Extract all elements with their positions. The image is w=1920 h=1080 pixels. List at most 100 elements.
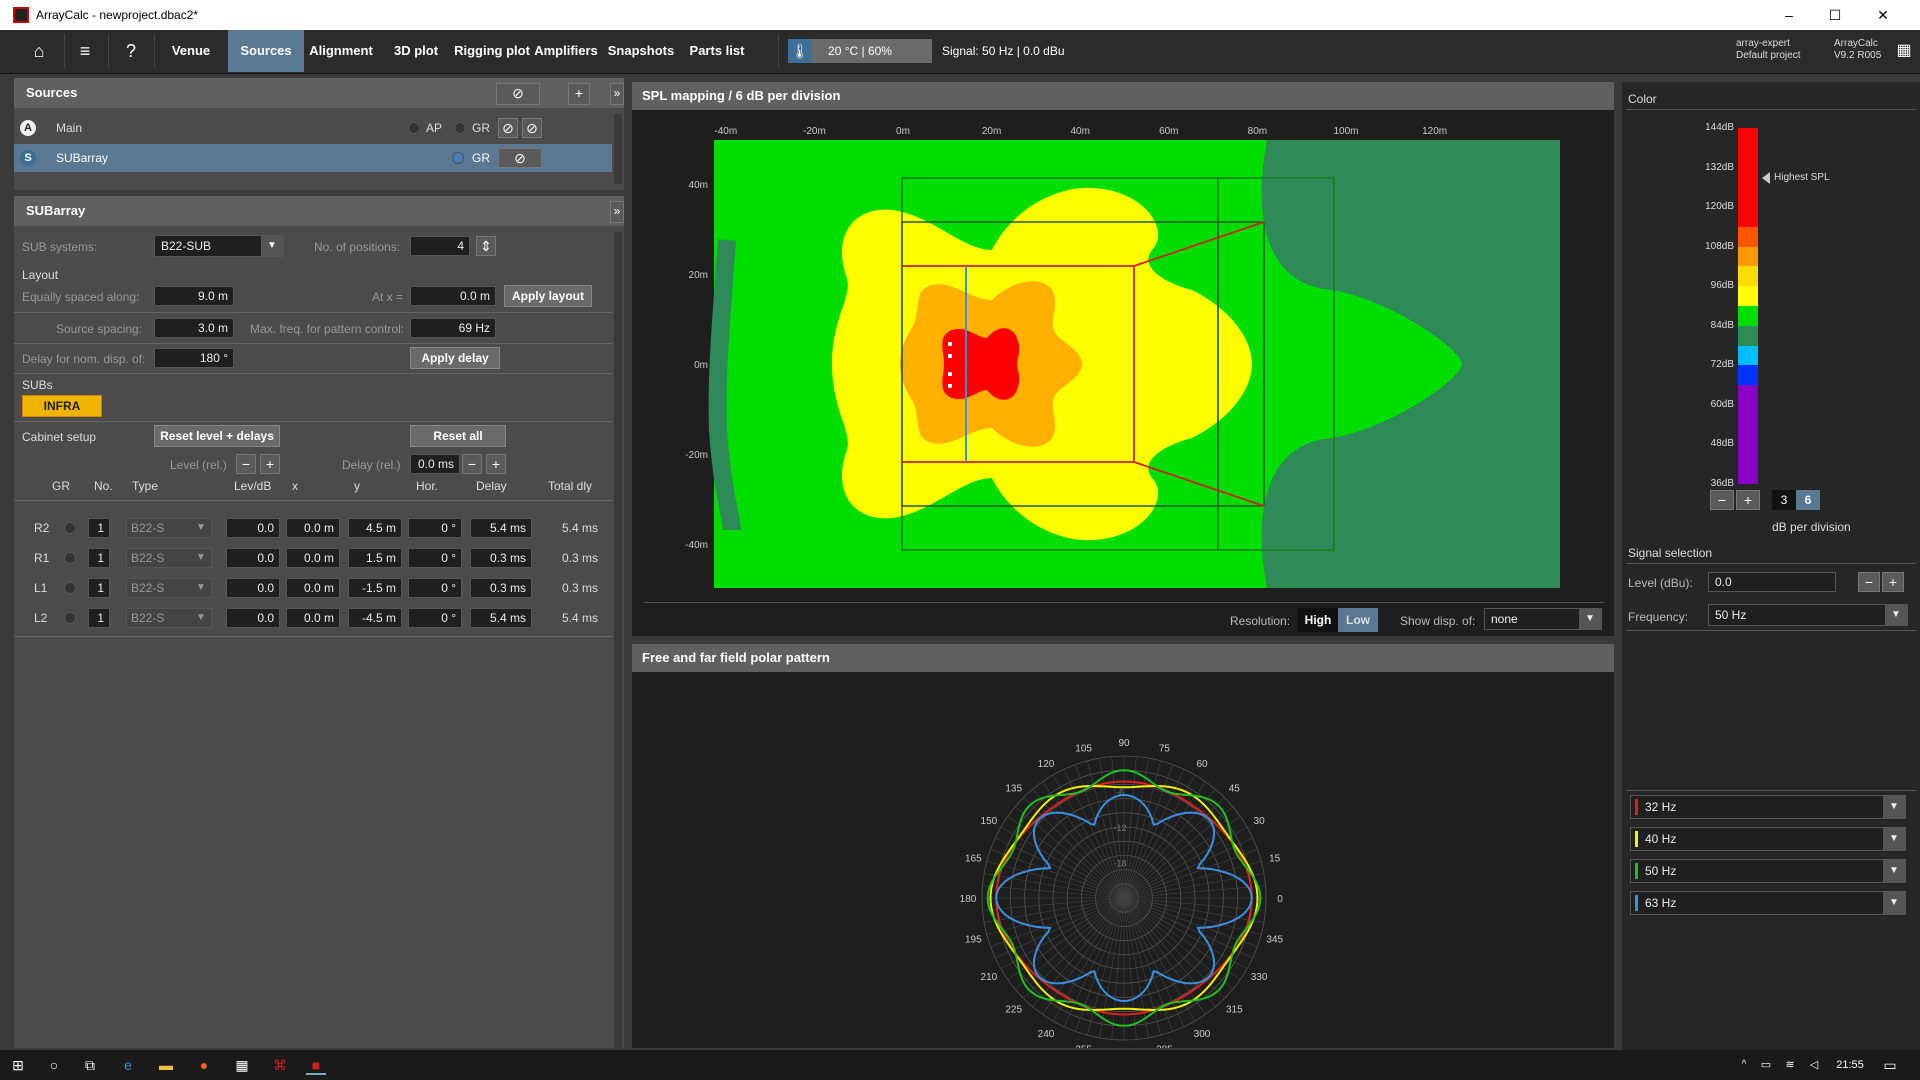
hor-input[interactable]: 0 ° <box>408 548 462 568</box>
level-minus-button[interactable]: − <box>236 454 256 474</box>
stepper-icon[interactable]: ⇕ <box>476 236 496 256</box>
apply-layout-button[interactable]: Apply layout <box>504 285 592 307</box>
curve-40hz-select[interactable]: 40 Hz ▼ <box>1630 827 1906 851</box>
no-input[interactable]: 1 <box>88 608 110 628</box>
type-select[interactable]: B22-S ▼ <box>126 518 212 538</box>
menu-icon[interactable]: ≡ <box>64 30 106 72</box>
no-input[interactable]: 1 <box>88 548 110 568</box>
level-dbu-plus[interactable]: + <box>1882 572 1904 592</box>
no-input[interactable]: 1 <box>88 578 110 598</box>
frequency-select[interactable]: 50 Hz ▼ <box>1708 604 1908 626</box>
file-explorer-icon[interactable]: ▬ <box>156 1055 176 1075</box>
subarray-scrollbar[interactable] <box>614 232 622 1048</box>
level-input[interactable]: 0.0 <box>226 578 280 598</box>
gr-radio[interactable] <box>454 122 466 134</box>
x-input[interactable]: 0.0 m <box>286 518 340 538</box>
add-icon[interactable]: + <box>568 83 590 105</box>
cabinet-row[interactable]: L1 1 B22-S ▼ 0.0 0.0 m -1.5 m 0 ° 0.3 ms … <box>14 576 612 600</box>
source-spacing-input[interactable]: 3.0 m <box>154 318 234 338</box>
windows-start-icon[interactable]: ⊞ <box>8 1055 28 1075</box>
mute-icon[interactable]: ⊘ <box>498 118 518 138</box>
delay-input[interactable]: 0.3 ms <box>470 548 532 568</box>
type-select[interactable]: B22-S ▼ <box>126 608 212 628</box>
no-input[interactable]: 1 <box>88 518 110 538</box>
div-3-button[interactable]: 3 <box>1772 490 1796 510</box>
tab-rigging-plot[interactable]: Rigging plot <box>454 30 530 72</box>
clock[interactable]: 21:55 <box>1830 1055 1870 1075</box>
level-input[interactable]: 0.0 <box>226 548 280 568</box>
hor-input[interactable]: 0 ° <box>408 608 462 628</box>
tab-venue[interactable]: Venue <box>160 30 222 72</box>
type-select[interactable]: B22-S ▼ <box>126 578 212 598</box>
y-input[interactable]: -4.5 m <box>348 608 402 628</box>
expand-icon[interactable]: » <box>610 201 624 223</box>
tab-3d-plot[interactable]: 3D plot <box>384 30 448 72</box>
sources-scrollbar[interactable] <box>614 114 622 184</box>
reset-all-button[interactable]: Reset all <box>410 425 506 447</box>
cortana-icon[interactable]: ○ <box>44 1055 64 1075</box>
source-row-main[interactable]: A Main AP GR ⊘ ⊘ <box>14 114 612 142</box>
gr-radio[interactable] <box>64 522 76 534</box>
close-button[interactable]: ✕ <box>1860 0 1906 30</box>
div-6-button[interactable]: 6 <box>1796 490 1820 510</box>
type-select[interactable]: B22-S ▼ <box>126 548 212 568</box>
at-x-input[interactable]: 0.0 m <box>410 286 496 306</box>
gr-radio[interactable] <box>64 612 76 624</box>
level-plus-button[interactable]: + <box>260 454 280 474</box>
positions-input[interactable]: 4 <box>410 236 470 256</box>
y-input[interactable]: 1.5 m <box>348 548 402 568</box>
cabinet-row[interactable]: L2 1 B22-S ▼ 0.0 0.0 m -4.5 m 0 ° 5.4 ms … <box>14 606 612 630</box>
pdf-reader-icon[interactable]: ⌘ <box>270 1055 290 1075</box>
tab-alignment[interactable]: Alignment <box>308 30 374 72</box>
delay-minus-button[interactable]: − <box>462 454 482 474</box>
minimize-button[interactable]: – <box>1766 0 1812 30</box>
apply-delay-button[interactable]: Apply delay <box>410 347 500 369</box>
delay-input[interactable]: 5.4 ms <box>470 608 532 628</box>
hor-input[interactable]: 0 ° <box>408 578 462 598</box>
tab-amplifiers[interactable]: Amplifiers <box>534 30 598 72</box>
cabinet-row[interactable]: R2 1 B22-S ▼ 0.0 0.0 m 4.5 m 0 ° 5.4 ms 5… <box>14 516 612 540</box>
y-input[interactable]: 4.5 m <box>348 518 402 538</box>
mute-icon[interactable]: ⊘ <box>498 148 542 168</box>
calculator-icon[interactable]: ▦ <box>232 1055 252 1075</box>
reset-level-delays-button[interactable]: Reset level + delays <box>154 425 280 447</box>
delay-rel-input[interactable]: 0.0 ms <box>410 454 460 474</box>
cabinet-row[interactable]: R1 1 B22-S ▼ 0.0 0.0 m 1.5 m 0 ° 0.3 ms 0… <box>14 546 612 570</box>
level-dbu-minus[interactable]: − <box>1858 572 1880 592</box>
mute-all-icon[interactable]: ⊘ <box>496 83 540 105</box>
maximize-button[interactable]: ☐ <box>1812 0 1858 30</box>
source-row-subarray[interactable]: S SUBarray GR ⊘ <box>14 144 612 172</box>
tab-parts-list[interactable]: Parts list <box>684 30 750 72</box>
home-icon[interactable]: ⌂ <box>18 30 60 72</box>
x-input[interactable]: 0.0 m <box>286 578 340 598</box>
delay-input[interactable]: 0.3 ms <box>470 578 532 598</box>
tray-chevron-icon[interactable]: ^ <box>1734 1055 1754 1075</box>
wifi-icon[interactable]: ≋ <box>1780 1055 1800 1075</box>
notification-icon[interactable]: ▭ <box>1880 1055 1900 1075</box>
hor-input[interactable]: 0 ° <box>408 518 462 538</box>
level-input[interactable]: 0.0 <box>226 518 280 538</box>
task-view-icon[interactable]: ⧉ <box>80 1055 100 1075</box>
color-plus-button[interactable]: + <box>1736 490 1760 510</box>
firefox-icon[interactable]: ● <box>194 1055 214 1075</box>
show-disp-select[interactable]: none ▼ <box>1484 608 1602 630</box>
edge-icon[interactable]: e <box>118 1055 138 1075</box>
volume-icon[interactable]: ◁ <box>1804 1055 1824 1075</box>
resolution-high-button[interactable]: High <box>1298 608 1338 632</box>
sub-systems-select[interactable]: B22-SUB ▼ <box>154 235 284 257</box>
curve-50hz-select[interactable]: 50 Hz ▼ <box>1630 859 1906 883</box>
gr-radio[interactable] <box>64 582 76 594</box>
level-input[interactable]: 0.0 <box>226 608 280 628</box>
y-input[interactable]: -1.5 m <box>348 578 402 598</box>
ap-radio[interactable] <box>408 122 420 134</box>
curve-63hz-select[interactable]: 63 Hz ▼ <box>1630 891 1906 915</box>
curve-32hz-select[interactable]: 32 Hz ▼ <box>1630 795 1906 819</box>
tab-snapshots[interactable]: Snapshots <box>604 30 678 72</box>
level-dbu-input[interactable]: 0.0 <box>1708 572 1836 592</box>
gr-radio[interactable] <box>452 152 464 164</box>
delay-input[interactable]: 5.4 ms <box>470 518 532 538</box>
arraycalc-taskbar-icon[interactable]: ■ <box>306 1055 326 1075</box>
x-input[interactable]: 0.0 m <box>286 548 340 568</box>
delay-disp-input[interactable]: 180 ° <box>154 348 234 368</box>
resolution-low-button[interactable]: Low <box>1338 608 1378 632</box>
